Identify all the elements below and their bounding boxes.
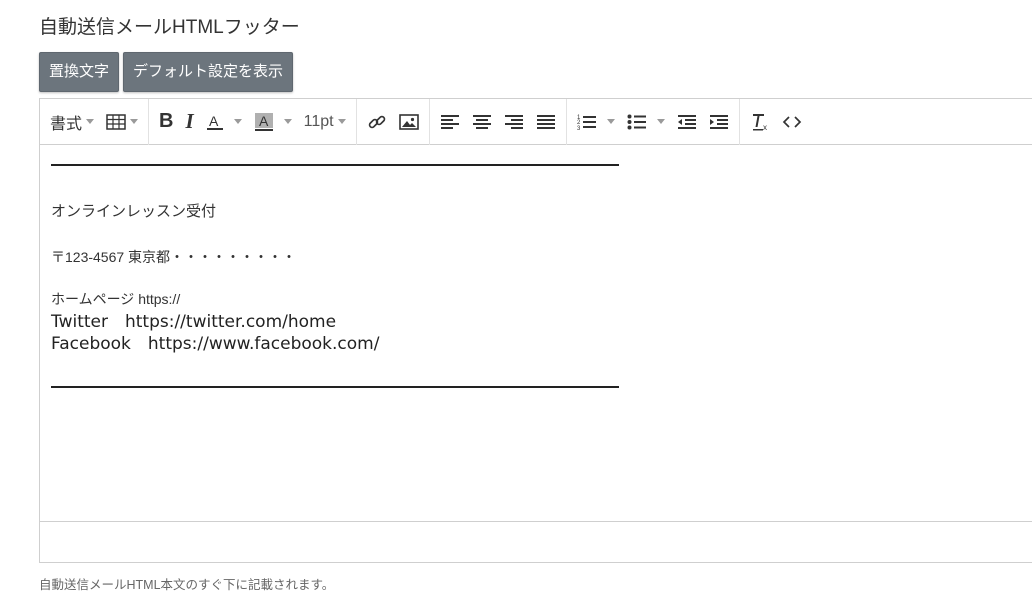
- align-center-icon: [472, 114, 492, 130]
- editor-content[interactable]: オンラインレッスン受付 〒123-4567 東京都・・・・・・・・・ ホームペー…: [40, 145, 1032, 521]
- chevron-down-icon: [283, 119, 292, 124]
- italic-icon: I: [185, 109, 194, 133]
- field-title: 自動送信メールHTMLフッター: [39, 17, 300, 38]
- svg-text:A: A: [209, 113, 219, 129]
- align-left-icon: [440, 114, 460, 130]
- bullet-list-icon: [627, 113, 647, 131]
- background-color-button[interactable]: A: [248, 105, 298, 139]
- svg-text:x: x: [763, 123, 767, 132]
- toolbar-group-lists: 123: [567, 98, 740, 145]
- toolbar-group-misc: x: [740, 99, 812, 145]
- table-icon: [106, 113, 126, 130]
- editor-statusbar: [40, 521, 1032, 562]
- replace-text-button[interactable]: 置換文字: [39, 52, 120, 92]
- font-size-label: 11pt: [303, 112, 334, 130]
- bold-button[interactable]: B: [153, 105, 179, 139]
- source-code-icon: [782, 114, 802, 130]
- align-justify-icon: [536, 114, 556, 130]
- align-justify-button[interactable]: [530, 105, 562, 139]
- chevron-down-icon: [86, 119, 95, 124]
- align-right-button[interactable]: [498, 105, 530, 139]
- toolbar-group-insert: [357, 98, 430, 145]
- bold-icon: B: [159, 110, 174, 132]
- table-button[interactable]: [100, 105, 144, 139]
- outdent-icon: [677, 114, 697, 130]
- image-icon: [398, 113, 419, 131]
- bullet-list-button[interactable]: [621, 105, 671, 139]
- numbered-list-icon: 123: [577, 113, 597, 131]
- link-icon: [367, 112, 387, 132]
- indent-icon: [709, 114, 729, 130]
- text-color-icon: A: [206, 112, 224, 132]
- facebook-line: Facebook https://www.facebook.com/: [51, 334, 380, 354]
- text-color-button[interactable]: A: [200, 105, 248, 139]
- svg-text:3: 3: [577, 126, 581, 131]
- link-button[interactable]: [361, 105, 393, 139]
- svg-text:A: A: [259, 113, 269, 129]
- editor-toolbar: 書式 B I A A 11pt 1 2 3 x: [40, 98, 1032, 145]
- toolbar-group-format: 書式: [40, 98, 150, 145]
- chevron-down-icon: [656, 119, 665, 124]
- background-color-icon: A: [254, 112, 274, 132]
- horizontal-rule-top: [51, 164, 619, 166]
- format-label: 書式: [50, 115, 83, 133]
- outdent-button[interactable]: [671, 105, 703, 139]
- help-text: 自動送信メールHTML本文のすぐ下に記載されます。: [39, 578, 335, 592]
- chevron-down-icon: [606, 119, 615, 124]
- clear-format-icon: x: [750, 112, 770, 132]
- chevron-down-icon: [130, 119, 139, 124]
- chevron-down-icon: [233, 119, 242, 124]
- italic-button[interactable]: I: [179, 105, 199, 139]
- button-row: 置換文字 デフォルト設定を表示: [39, 52, 294, 92]
- align-left-button[interactable]: [434, 105, 466, 139]
- clear-format-button[interactable]: x: [744, 105, 776, 139]
- chevron-down-icon: [337, 119, 346, 124]
- horizontal-rule-bottom: [51, 386, 619, 388]
- indent-button[interactable]: [703, 105, 735, 139]
- align-center-button[interactable]: [466, 105, 498, 139]
- toolbar-group-align: [430, 98, 567, 145]
- numbered-list-button[interactable]: 123: [571, 105, 621, 139]
- twitter-line: Twitter https://twitter.com/home: [51, 312, 337, 332]
- source-code-button[interactable]: [776, 105, 808, 139]
- address-line: 〒123-4567 東京都・・・・・・・・・: [51, 249, 297, 265]
- align-right-icon: [504, 114, 524, 130]
- toolbar-group-text: B I A A 11pt: [149, 98, 357, 145]
- image-button[interactable]: [393, 105, 425, 139]
- rich-text-editor: 書式 B I A A 11pt 1 2 3 x オンラインレッスン受付 〒123…: [39, 98, 1032, 563]
- format-dropdown[interactable]: 書式: [44, 105, 100, 139]
- homepage-line: ホームページ https://: [51, 291, 181, 307]
- font-size-dropdown[interactable]: 11pt: [298, 105, 352, 139]
- company-line: オンラインレッスン受付: [51, 203, 217, 220]
- show-default-button[interactable]: デフォルト設定を表示: [123, 52, 294, 92]
